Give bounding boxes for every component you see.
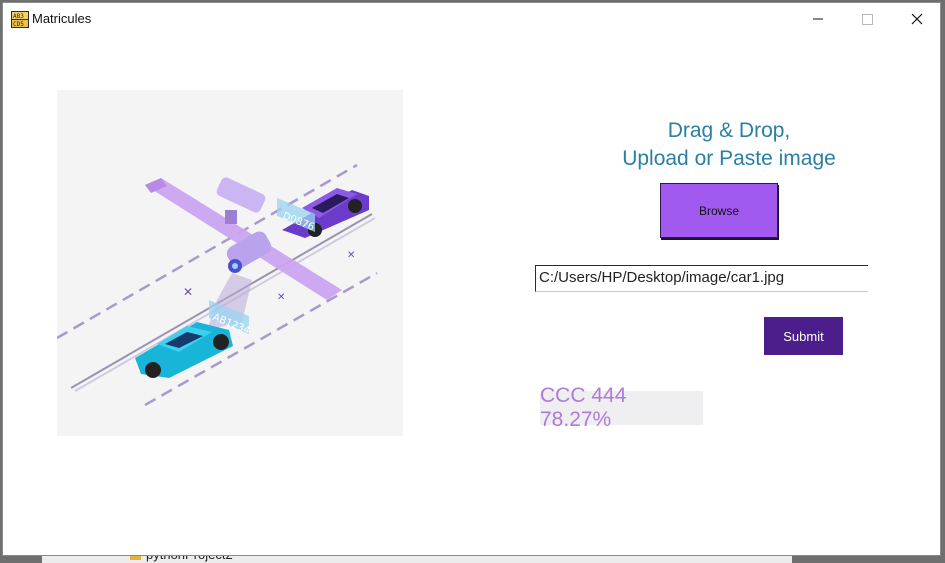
- title-bar: AB3 CD5 Matricules: [3, 3, 940, 35]
- upload-heading: Drag & Drop, Upload or Paste image: [563, 117, 895, 173]
- heading-line-1: Drag & Drop,: [667, 119, 791, 142]
- svg-text:AB3: AB3: [13, 13, 24, 20]
- app-logo-icon: AB3 CD5: [11, 11, 29, 28]
- maximize-button[interactable]: [843, 3, 889, 35]
- app-window: AB3 CD5 Matricules D0876 AB1234 ✕ ✕ ✕ Dr…: [2, 2, 941, 556]
- result-label: CCC 444 78.27%: [540, 384, 703, 431]
- maximize-icon: [862, 14, 873, 25]
- traffic-camera-illustration: D0876 AB1234 ✕ ✕ ✕: [56, 90, 403, 436]
- svg-text:CD5: CD5: [13, 21, 24, 28]
- submit-button[interactable]: Submit: [764, 317, 843, 355]
- close-icon: [911, 13, 923, 25]
- close-button[interactable]: [892, 3, 938, 35]
- illustration-graphic: D0876 AB1234 ✕ ✕ ✕: [56, 163, 378, 407]
- svg-text:✕: ✕: [277, 292, 285, 303]
- minimize-button[interactable]: [795, 3, 841, 35]
- svg-text:✕: ✕: [347, 250, 355, 261]
- blue-car-graphic: [135, 322, 233, 378]
- svg-text:✕: ✕: [183, 285, 193, 299]
- heading-line-2: Upload or Paste image: [622, 147, 836, 170]
- browse-button[interactable]: Browse: [660, 183, 778, 238]
- minimize-icon: [813, 18, 823, 20]
- file-path-input[interactable]: C:/Users/HP/Desktop/image/car1.jpg: [535, 265, 868, 292]
- window-title: Matricules: [32, 11, 92, 26]
